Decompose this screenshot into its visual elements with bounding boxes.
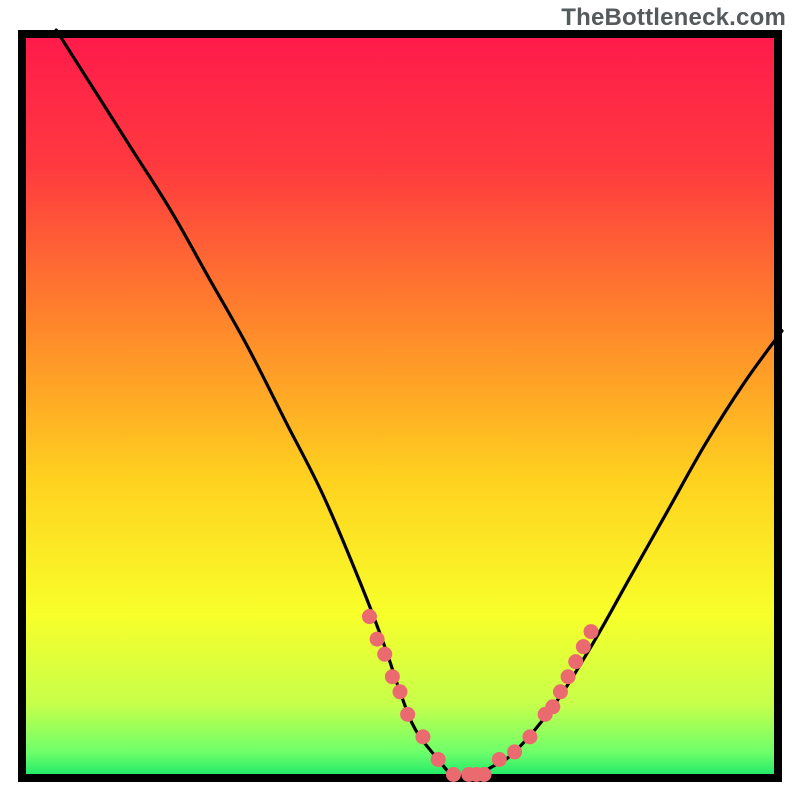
highlight-dot [377, 647, 392, 662]
highlight-dot [393, 684, 408, 699]
highlight-dot [370, 632, 385, 647]
highlight-dot [446, 767, 461, 782]
highlight-dot [362, 609, 377, 624]
highlight-dot [568, 654, 583, 669]
highlight-dot [584, 624, 599, 639]
highlight-dot [431, 752, 446, 767]
highlight-dot [545, 699, 560, 714]
plot-background [22, 34, 778, 778]
highlight-dot [400, 707, 415, 722]
highlight-dot [522, 729, 537, 744]
highlight-dot [576, 639, 591, 654]
watermark-text: TheBottleneck.com [561, 4, 786, 32]
highlight-dot [561, 669, 576, 684]
highlight-dot [553, 684, 568, 699]
highlight-dot [492, 752, 507, 767]
chart-frame: TheBottleneck.com [0, 0, 800, 800]
highlight-dot [415, 729, 430, 744]
bottleneck-chart [0, 0, 800, 800]
highlight-dot [507, 744, 522, 759]
highlight-dot [385, 669, 400, 684]
highlight-dot [477, 767, 492, 782]
